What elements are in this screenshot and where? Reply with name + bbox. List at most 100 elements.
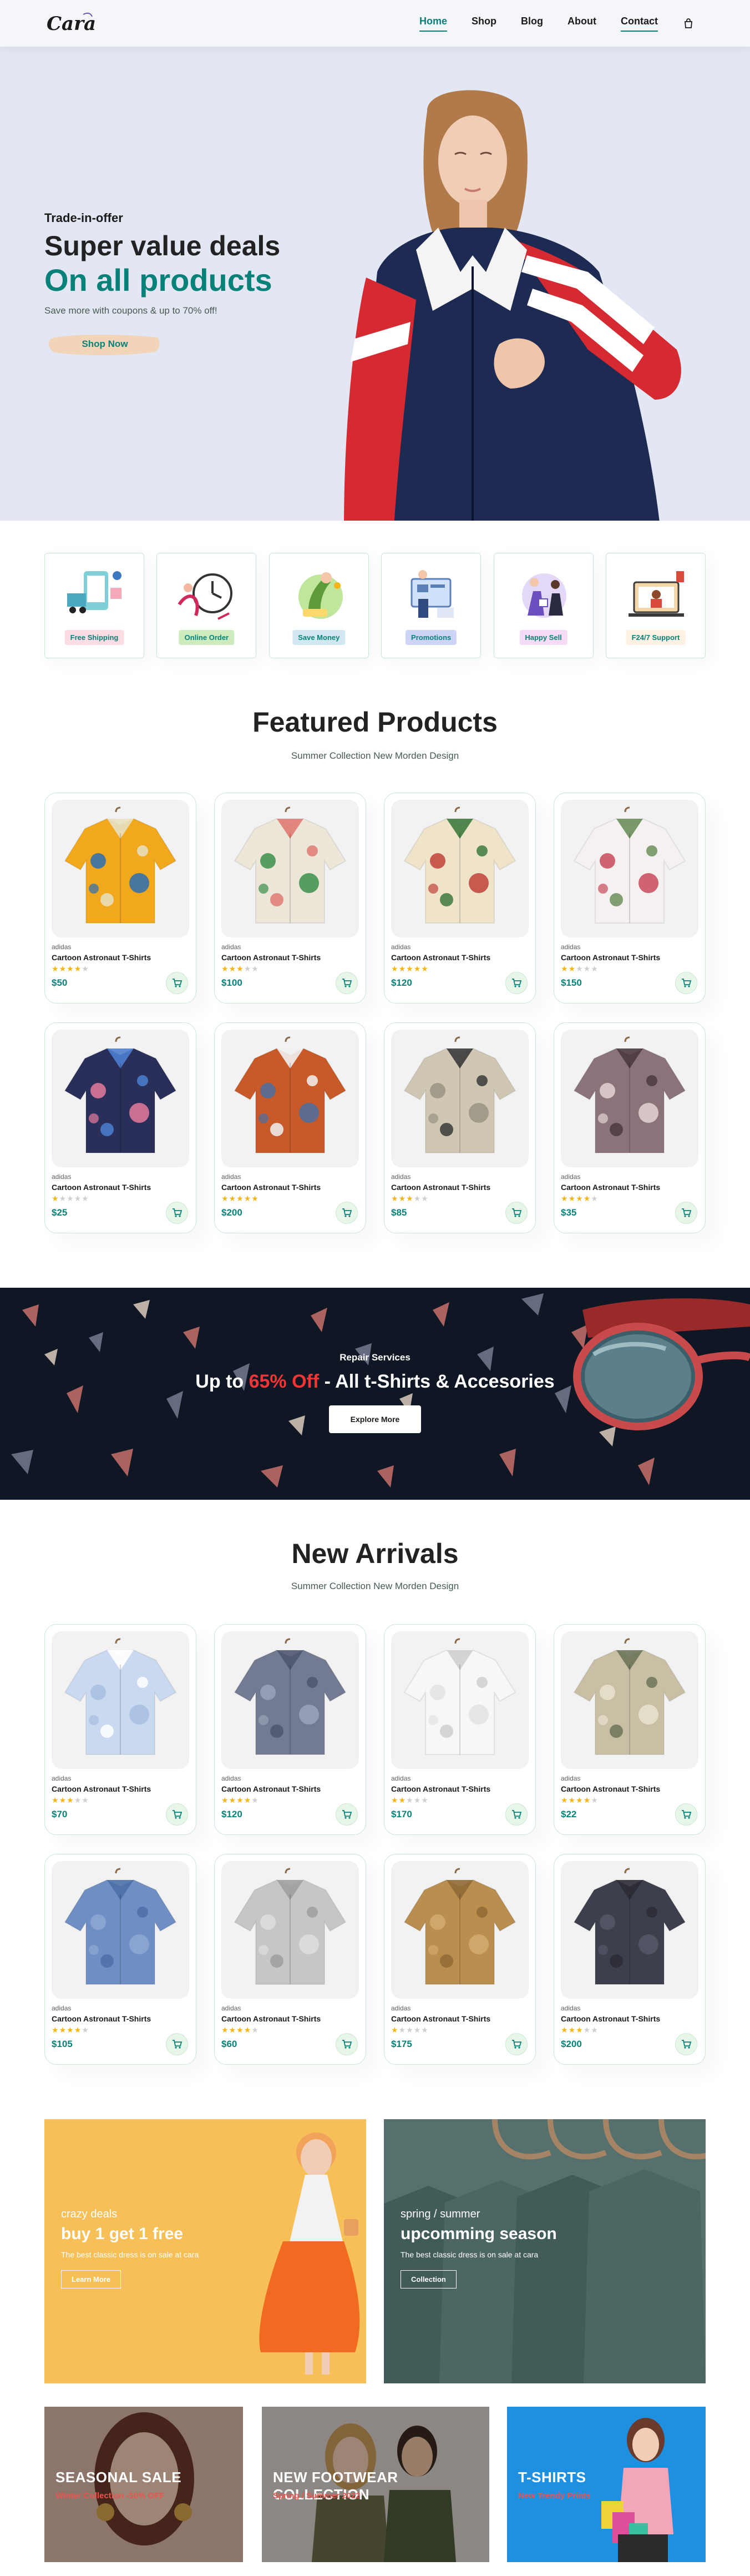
product-image-frame[interactable] — [561, 1030, 698, 1167]
product-image-frame[interactable] — [391, 1861, 529, 1999]
star-icon: ★ — [236, 1796, 244, 1804]
product-card[interactable]: adidas Cartoon Astronaut T-Shirts ★★★★★ $17… — [384, 1624, 536, 1835]
feature-promotions[interactable]: Promotions — [381, 553, 482, 658]
feature-label: Happy Sell — [519, 630, 567, 645]
confetti-background — [11, 1293, 750, 1488]
add-to-cart-button[interactable] — [505, 2033, 528, 2055]
feature-happy-sell[interactable]: Happy Sell — [493, 553, 594, 658]
banner-new-footwear[interactable]: NEW FOOTWEAR COLLECTION Spring / Summer … — [262, 2407, 489, 2562]
product-card[interactable]: adidas Cartoon Astronaut T-Shirts ★★★★★ $22 — [554, 1624, 706, 1835]
collection-button[interactable]: Collection — [401, 2270, 457, 2288]
add-to-cart-button[interactable] — [166, 1202, 188, 1224]
product-card[interactable]: adidas Cartoon Astronaut T-Shirts ★★★★★ $25 — [44, 1022, 196, 1233]
product-image-frame[interactable] — [221, 1030, 359, 1167]
product-rating: ★★★★★ — [561, 1796, 599, 1805]
star-icon: ★ — [244, 964, 252, 973]
product-image-frame[interactable] — [391, 1030, 529, 1167]
add-to-cart-button[interactable] — [505, 1202, 528, 1224]
product-image-frame[interactable] — [52, 1631, 189, 1769]
product-card[interactable]: adidas Cartoon Astronaut T-Shirts ★★★★★ $70 — [44, 1624, 196, 1835]
star-icon: ★ — [576, 2025, 584, 2034]
product-image-frame[interactable] — [391, 1631, 529, 1769]
product-image-frame[interactable] — [391, 800, 529, 937]
page: Cara Home Shop Blog About Contact Trade-… — [0, 0, 750, 2576]
product-brand: adidas — [52, 1173, 72, 1181]
star-icon: ★ — [67, 2025, 74, 2034]
product-card[interactable]: adidas Cartoon Astronaut T-Shirts ★★★★★ $20… — [554, 1854, 706, 2065]
product-card[interactable]: adidas Cartoon Astronaut T-Shirts ★★★★★ $17… — [384, 1854, 536, 2065]
add-to-cart-button[interactable] — [166, 1803, 188, 1826]
product-image-frame[interactable] — [221, 1861, 359, 1999]
star-icon: ★ — [82, 2025, 89, 2034]
nav-home[interactable]: Home — [419, 16, 448, 32]
cara-logo[interactable]: Cara — [44, 8, 100, 39]
star-icon: ★ — [236, 1194, 244, 1203]
star-icon: ★ — [67, 1796, 74, 1804]
promo-crazy-deals[interactable]: crazy deals buy 1 get 1 free The best cl… — [44, 2119, 366, 2383]
support-icon — [628, 571, 684, 617]
feature-save-money[interactable]: Save Money — [268, 553, 369, 658]
product-image — [403, 806, 516, 924]
product-image-frame[interactable] — [221, 1631, 359, 1769]
add-to-cart-button[interactable] — [336, 1803, 358, 1826]
shop-now-button[interactable]: Shop Now — [47, 329, 163, 360]
product-card[interactable]: adidas Cartoon Astronaut T-Shirts ★★★★★ $20… — [214, 1022, 366, 1233]
product-card[interactable]: adidas Cartoon Astronaut T-Shirts ★★★★★ $10… — [214, 793, 366, 1004]
nav-contact[interactable]: Contact — [621, 16, 658, 32]
explore-more-button[interactable]: Explore More — [329, 1405, 421, 1433]
product-image — [234, 1638, 347, 1755]
add-to-cart-button[interactable] — [336, 972, 358, 994]
star-icon: ★ — [82, 964, 89, 973]
product-brand: adidas — [391, 1173, 411, 1181]
add-to-cart-button[interactable] — [336, 2033, 358, 2055]
add-to-cart-button[interactable] — [675, 972, 697, 994]
product-image-frame[interactable] — [52, 1861, 189, 1999]
add-to-cart-button[interactable] — [675, 2033, 697, 2055]
promo-kicker: crazy deals — [61, 2208, 118, 2220]
star-icon: ★ — [398, 2025, 407, 2034]
product-image-frame[interactable] — [221, 800, 359, 937]
product-image-frame[interactable] — [561, 800, 698, 937]
product-card[interactable]: adidas Cartoon Astronaut T-Shirts ★★★★★ $50 — [44, 793, 196, 1004]
product-price: $200 — [221, 1207, 242, 1218]
product-card[interactable]: adidas Cartoon Astronaut T-Shirts ★★★★★ $12… — [384, 793, 536, 1004]
product-card[interactable]: adidas Cartoon Astronaut T-Shirts ★★★★★ $12… — [214, 1624, 366, 1835]
banner-t-shirts[interactable]: T-SHIRTS New Trendy Prints — [507, 2407, 706, 2562]
product-card[interactable]: adidas Cartoon Astronaut T-Shirts ★★★★★ $35 — [554, 1022, 706, 1233]
add-to-cart-button[interactable] — [166, 972, 188, 994]
product-image-frame[interactable] — [52, 800, 189, 937]
product-image-frame[interactable] — [561, 1861, 698, 1999]
product-card[interactable]: adidas Cartoon Astronaut T-Shirts ★★★★★ $85 — [384, 1022, 536, 1233]
nav-blog[interactable]: Blog — [521, 16, 543, 31]
feature-free-shipping[interactable]: Free Shipping — [44, 553, 144, 658]
star-icon: ★ — [74, 2025, 82, 2034]
add-to-cart-button[interactable] — [166, 2033, 188, 2055]
product-card[interactable]: adidas Cartoon Astronaut T-Shirts ★★★★★ $10… — [44, 1854, 196, 2065]
nav-shop[interactable]: Shop — [472, 16, 496, 31]
cart-icon — [512, 1810, 522, 1819]
product-name: Cartoon Astronaut T-Shirts — [561, 953, 661, 962]
product-brand: adidas — [561, 1775, 581, 1782]
product-brand: adidas — [52, 1775, 72, 1782]
banner-seasonal-sale[interactable]: SEASONAL SALE Winter Collection -50% OFF — [44, 2407, 243, 2562]
product-image-frame[interactable] — [52, 1030, 189, 1167]
promo-upcoming-season[interactable]: spring / summer upcomming season The bes… — [384, 2119, 706, 2383]
add-to-cart-button[interactable] — [675, 1803, 697, 1826]
nav-about[interactable]: About — [567, 16, 596, 31]
feature-online-order[interactable]: Online Order — [156, 553, 257, 658]
feature-support[interactable]: F24/7 Support — [605, 553, 706, 658]
add-to-cart-button[interactable] — [505, 1803, 528, 1826]
add-to-cart-button[interactable] — [675, 1202, 697, 1224]
add-to-cart-button[interactable] — [505, 972, 528, 994]
product-brand: adidas — [221, 943, 241, 951]
add-to-cart-button[interactable] — [336, 1202, 358, 1224]
hero-kicker: Trade-in-offer — [44, 211, 123, 225]
product-rating: ★★★★★ — [221, 964, 259, 974]
learn-more-button[interactable]: Learn More — [61, 2270, 121, 2288]
product-card[interactable]: adidas Cartoon Astronaut T-Shirts ★★★★★ $60 — [214, 1854, 366, 2065]
product-name: Cartoon Astronaut T-Shirts — [561, 2014, 661, 2023]
product-card[interactable]: adidas Cartoon Astronaut T-Shirts ★★★★★ $15… — [554, 793, 706, 1004]
product-image-frame[interactable] — [561, 1631, 698, 1769]
shopping-bag-icon[interactable] — [682, 17, 695, 29]
banner-headline: Up to 65% Off - All t-Shirts & Accesorie… — [0, 1371, 750, 1393]
